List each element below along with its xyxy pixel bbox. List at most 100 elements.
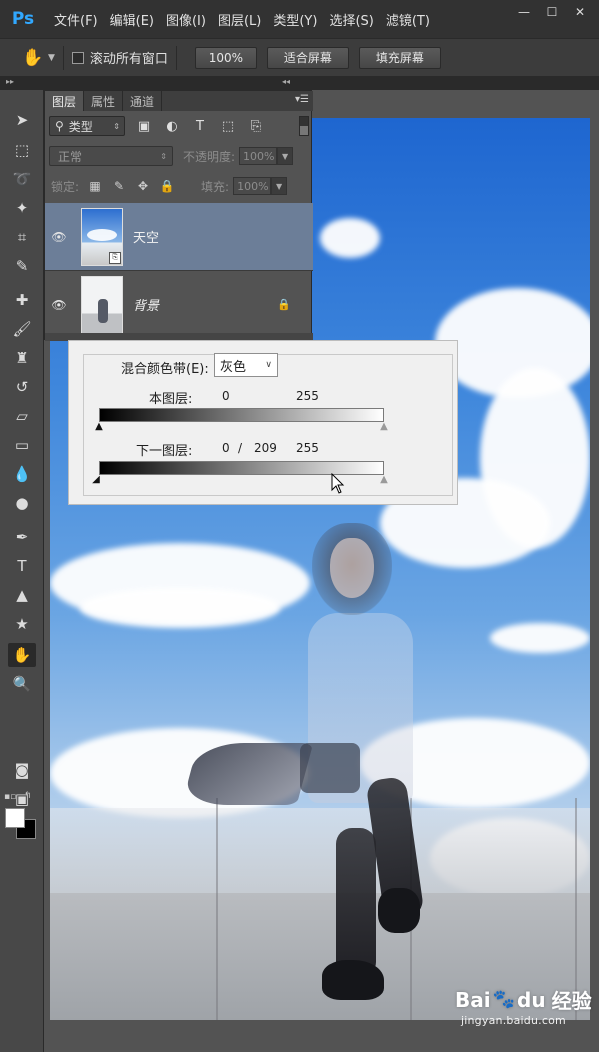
opacity-dropdown-icon[interactable]: ▼ (277, 147, 294, 165)
tab-properties[interactable]: 属性 (84, 91, 124, 111)
fill-screen-button[interactable]: 填充屏幕 (358, 46, 441, 69)
layer-filter-row: ⚲ 类型 ⇕ ▣ ◐ T ⬚ ⎘ (45, 113, 313, 139)
collapse-panel-icon[interactable]: ◂◂ (282, 77, 290, 86)
move-tool-icon[interactable]: ➤ (8, 108, 36, 132)
layer-name[interactable]: 背景 (133, 295, 159, 314)
magic-wand-tool-icon[interactable]: ✦ (8, 196, 36, 220)
blend-mode-select[interactable]: 正常 ⇕ (49, 146, 173, 166)
scroll-all-windows-checkbox[interactable]: 滚动所有窗口 (71, 48, 168, 67)
eye-icon[interactable]: 👁 (45, 298, 73, 312)
fill-field[interactable]: 100% (233, 177, 272, 195)
lock-all-icon[interactable]: 🔒 (159, 178, 175, 194)
tab-layers[interactable]: 图层 (45, 91, 85, 111)
eyedropper-tool-icon[interactable]: ✎ (8, 254, 36, 278)
figure-shoe-left (322, 960, 384, 1000)
clone-stamp-tool-icon[interactable]: ♜ (8, 346, 36, 370)
this-layer-white-slider[interactable]: ▲ (378, 421, 390, 432)
eraser-tool-icon[interactable]: ▱ (8, 404, 36, 428)
hand-tool-preset-icon[interactable]: ✋ (20, 45, 46, 71)
foreground-color-swatch[interactable] (5, 808, 25, 828)
menu-edit[interactable]: 编辑(E) (110, 10, 154, 29)
underlying-split-separator: / (238, 441, 243, 455)
tools-panel: ➤ ⬚ ➰ ✦ ⌗ ✎ ✚ 🖌 ♜ ↺ ▱ ▭ 💧 ● ✒ T ▲ ★ ✋ 🔍 … (0, 90, 44, 1052)
underlying-black-value: 0 (222, 441, 230, 455)
adjustment-filter-icon[interactable]: ◐ (163, 117, 181, 135)
chevron-updown-icon: ⇕ (113, 121, 120, 131)
blend-mode-value: 正常 (58, 149, 83, 164)
shape-tool-icon[interactable]: ★ (8, 612, 36, 636)
hand-tool-icon[interactable]: ✋ (8, 643, 36, 667)
blend-if-channel-value: 灰色 (220, 359, 247, 375)
layer-thumbnail[interactable]: ⎘ (81, 207, 123, 266)
layer-row-background[interactable]: 👁 背景 🔒 (45, 271, 313, 339)
crop-tool-icon[interactable]: ⌗ (8, 225, 36, 249)
blur-tool-icon[interactable]: 💧 (8, 462, 36, 486)
lasso-tool-icon[interactable]: ➰ (8, 167, 36, 191)
watermark-url: jingyan.baidu.com (461, 1014, 566, 1027)
layer-row-sky[interactable]: 👁 ⎘ 天空 (45, 203, 313, 271)
lock-image-icon[interactable]: ✎ (111, 178, 127, 194)
underlying-white-slider[interactable]: ▲ (378, 474, 390, 485)
lock-label: 锁定: (51, 179, 80, 194)
pixel-filter-icon[interactable]: ▣ (135, 117, 153, 135)
separator (175, 45, 177, 70)
menu-layer[interactable]: 图层(L) (218, 10, 261, 29)
healing-brush-tool-icon[interactable]: ✚ (8, 288, 36, 312)
chevron-updown-icon: ⇕ (160, 151, 167, 161)
restore-button[interactable]: ☐ (541, 3, 563, 21)
menu-select[interactable]: 选择(S) (329, 10, 373, 29)
zoom-tool-icon[interactable]: 🔍 (8, 672, 36, 696)
filter-kind-label: 类型 (68, 119, 93, 134)
this-layer-black-slider[interactable]: ▲ (93, 421, 105, 432)
menu-filter[interactable]: 滤镜(T) (386, 10, 430, 29)
underlying-black-slider-left[interactable]: ◢ (90, 474, 102, 485)
blend-if-channel-select[interactable]: 灰色 ∨ (214, 353, 278, 377)
lock-position-icon[interactable]: ✥ (135, 178, 151, 194)
figure-leg-left (336, 828, 376, 978)
tool-preset-dropdown-icon[interactable]: ▼ (48, 53, 55, 63)
collapse-toolbar-icon[interactable]: ▸▸ (6, 77, 14, 86)
zoom-100-button[interactable]: 100% (194, 46, 257, 69)
history-brush-tool-icon[interactable]: ↺ (8, 375, 36, 399)
layer-name[interactable]: 天空 (133, 227, 159, 246)
underlying-layer-label: 下一图层: (136, 444, 193, 459)
opacity-label: 不透明度: (183, 149, 236, 164)
opacity-field[interactable]: 100% (239, 147, 278, 165)
panel-collapse-strip: ▸▸ ◂◂ (0, 76, 599, 90)
eye-icon[interactable]: 👁 (45, 230, 73, 244)
layer-thumbnail[interactable] (81, 275, 123, 334)
filter-kind-select[interactable]: ⚲ 类型 ⇕ (49, 116, 125, 136)
minimize-button[interactable]: — (513, 3, 535, 21)
photoshop-logo: Ps (11, 9, 35, 29)
checkbox-box[interactable] (71, 51, 84, 64)
shape-filter-icon[interactable]: ⬚ (219, 117, 237, 135)
close-button[interactable]: ✕ (569, 3, 591, 21)
menu-file[interactable]: 文件(F) (54, 10, 98, 29)
watermark-bai: Bai (455, 987, 491, 1012)
window-controls: — ☐ ✕ (513, 3, 591, 21)
panel-menu-icon[interactable]: ▾☰ (295, 94, 309, 105)
blend-if-section: 混合颜色带(E): 灰色 ∨ 本图层: 0 255 ▲ ▲ 下一图层: 0 / … (68, 340, 458, 505)
tab-channels[interactable]: 通道 (123, 91, 163, 111)
lock-transparent-icon[interactable]: ▦ (87, 178, 103, 194)
smart-object-filter-icon[interactable]: ⎘ (247, 117, 265, 135)
panel-tabs: 图层 属性 通道 ▾☰ (45, 91, 313, 111)
marquee-tool-icon[interactable]: ⬚ (8, 138, 36, 162)
pen-tool-icon[interactable]: ✒ (8, 525, 36, 549)
this-layer-gradient-bar[interactable] (99, 408, 384, 422)
path-selection-tool-icon[interactable]: ▲ (8, 583, 36, 607)
menu-type[interactable]: 类型(Y) (273, 10, 317, 29)
dodge-tool-icon[interactable]: ● (8, 491, 36, 515)
fill-dropdown-icon[interactable]: ▼ (271, 177, 288, 195)
brush-tool-icon[interactable]: 🖌 (8, 317, 36, 341)
quick-mask-icon[interactable]: ◙ (8, 758, 36, 782)
fit-screen-button[interactable]: 适合屏幕 (266, 46, 349, 69)
figure-skirt (300, 743, 360, 793)
menu-image[interactable]: 图像(I) (166, 10, 206, 29)
type-tool-icon[interactable]: T (8, 554, 36, 578)
type-filter-icon[interactable]: T (191, 117, 209, 135)
underlying-white-value: 255 (296, 441, 319, 455)
gradient-tool-icon[interactable]: ▭ (8, 433, 36, 457)
chevron-down-icon: ∨ (265, 360, 272, 370)
filter-toggle[interactable] (299, 116, 309, 136)
